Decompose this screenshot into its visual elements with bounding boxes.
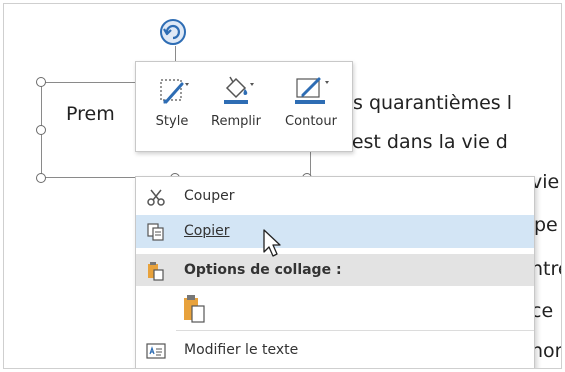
menu-cut-label: Couper [184, 188, 235, 204]
fill-button[interactable]: Remplir [204, 62, 268, 151]
copy-icon [147, 223, 164, 241]
rotate-stem [175, 46, 176, 61]
resize-handle-left[interactable] [36, 125, 46, 135]
shape-text[interactable]: Prem [66, 103, 115, 125]
doc-line-2: 'il est dans la vie d [330, 131, 508, 153]
menu-paste-options-label: Options de collage : [184, 262, 342, 278]
edit-text-icon [146, 343, 166, 359]
rotate-handle-icon[interactable] [158, 17, 188, 47]
shape-style-icon [160, 79, 189, 104]
doc-line-3: vie [531, 171, 560, 193]
doc-line-5: ntre [531, 258, 561, 280]
menu-item-copy[interactable]: Copier [136, 215, 534, 248]
style-label: Style [155, 114, 189, 129]
paste-keep-formatting-icon[interactable] [182, 294, 208, 324]
outline-pen-icon [295, 77, 329, 104]
menu-item-cut[interactable]: Couper [136, 180, 534, 213]
menu-edit-text-label: Modifier le texte [184, 342, 299, 358]
menu-copy-label: Copier [184, 223, 230, 239]
paste-clipboard-icon [148, 262, 164, 281]
resize-handle-top-left[interactable] [36, 77, 46, 87]
document-area: s quarantièmes l 'il est dans la vie d v… [3, 3, 562, 369]
style-button[interactable]: Style [144, 62, 200, 151]
fill-label: Remplir [211, 114, 261, 129]
mouse-pointer-icon [263, 229, 281, 257]
outline-button[interactable]: Contour [274, 62, 348, 151]
resize-handle-bottom-left[interactable] [36, 173, 46, 183]
mini-toolbar: Style Remplir Contour [135, 61, 353, 152]
context-menu: Couper Copier Options de collage : Modif… [135, 176, 535, 368]
menu-item-edit-text[interactable]: Modifier le texte [136, 334, 534, 367]
outline-label: Contour [285, 114, 337, 129]
doc-line-4: pe [534, 214, 558, 236]
doc-line-1: s quarantièmes l [353, 92, 513, 114]
scissors-icon [147, 189, 165, 206]
menu-separator [176, 330, 534, 331]
doc-line-7: hor [531, 340, 562, 362]
fill-bucket-icon [224, 76, 254, 104]
menu-header-paste-options: Options de collage : [136, 254, 534, 286]
paste-option-row [136, 289, 534, 329]
